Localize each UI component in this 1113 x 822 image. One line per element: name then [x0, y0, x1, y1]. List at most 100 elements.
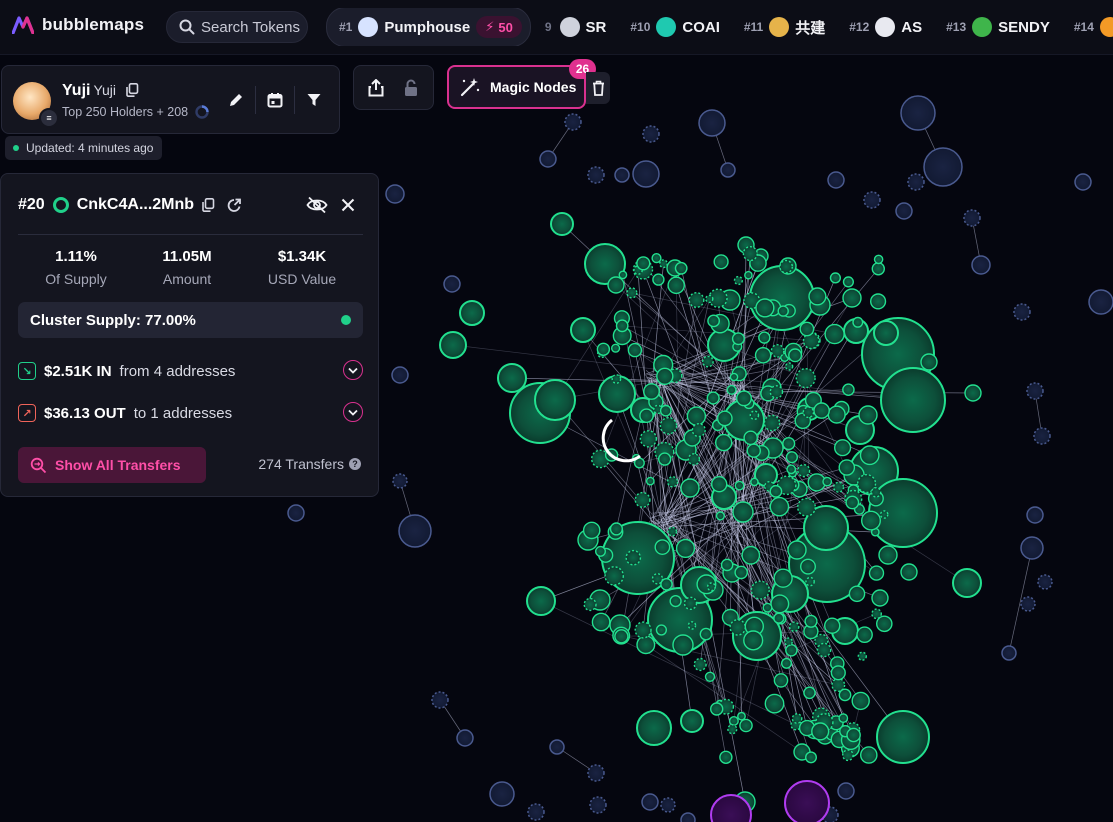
- green-wallet-node[interactable]: [799, 321, 815, 337]
- green-wallet-node[interactable]: [666, 476, 679, 488]
- trending-token-4[interactable]: #12 AS: [837, 8, 934, 46]
- green-wallet-node[interactable]: [860, 746, 878, 764]
- green-wallet-node[interactable]: [674, 261, 688, 275]
- green-wallet-node[interactable]: [795, 368, 816, 389]
- green-wallet-node[interactable]: [604, 566, 625, 586]
- green-wallet-node[interactable]: [669, 594, 682, 608]
- green-wallet-node[interactable]: [706, 391, 720, 405]
- green-wallet-node[interactable]: [727, 724, 738, 735]
- green-wallet-node[interactable]: [871, 589, 889, 607]
- share-button[interactable]: [362, 74, 390, 102]
- green-wallet-node[interactable]: [754, 346, 772, 364]
- blue-wallet-node[interactable]: [398, 514, 432, 548]
- copy-icon[interactable]: [126, 83, 139, 97]
- blue-wallet-node[interactable]: [963, 209, 981, 227]
- edit-button[interactable]: [222, 86, 250, 114]
- green-wallet-node[interactable]: [769, 496, 790, 517]
- green-wallet-node[interactable]: [742, 246, 758, 262]
- green-wallet-node[interactable]: [439, 331, 467, 359]
- green-wallet-node[interactable]: [583, 597, 597, 612]
- green-wallet-node[interactable]: [848, 585, 866, 603]
- green-wallet-node[interactable]: [846, 727, 861, 743]
- blue-wallet-node[interactable]: [1020, 536, 1044, 560]
- blue-wallet-node[interactable]: [549, 739, 565, 755]
- blue-wallet-node[interactable]: [391, 366, 409, 384]
- green-wallet-node[interactable]: [802, 406, 815, 419]
- blue-wallet-node[interactable]: [1013, 303, 1031, 321]
- green-wallet-node[interactable]: [667, 276, 686, 295]
- blue-wallet-node[interactable]: [489, 781, 515, 807]
- green-wallet-node[interactable]: [645, 476, 655, 486]
- green-wallet-node[interactable]: [773, 673, 789, 688]
- green-wallet-node[interactable]: [744, 270, 753, 280]
- green-wallet-node[interactable]: [861, 510, 882, 531]
- green-wallet-node[interactable]: [813, 402, 830, 419]
- green-wallet-node[interactable]: [688, 292, 705, 309]
- expand-outgoing-button[interactable]: [343, 402, 363, 422]
- blue-wallet-node[interactable]: [1001, 645, 1017, 661]
- blue-wallet-node[interactable]: [614, 167, 630, 183]
- trending-token-1[interactable]: 9 SR: [531, 8, 619, 46]
- green-wallet-node[interactable]: [729, 372, 739, 382]
- lock-button[interactable]: [397, 74, 425, 102]
- blue-wallet-node[interactable]: [456, 729, 474, 747]
- blue-wallet-node[interactable]: [680, 812, 696, 822]
- green-wallet-node[interactable]: [859, 445, 880, 466]
- green-wallet-node[interactable]: [777, 305, 789, 317]
- green-wallet-node[interactable]: [706, 582, 716, 592]
- green-wallet-node[interactable]: [687, 453, 701, 466]
- green-wallet-node[interactable]: [952, 568, 982, 598]
- green-wallet-node[interactable]: [704, 671, 716, 682]
- filter-button[interactable]: [300, 86, 328, 114]
- trending-token-3[interactable]: #11 共建: [732, 8, 837, 46]
- green-wallet-node[interactable]: [693, 657, 707, 672]
- green-wallet-node[interactable]: [626, 287, 638, 299]
- green-wallet-node[interactable]: [758, 331, 771, 344]
- blue-wallet-node[interactable]: [641, 793, 659, 811]
- date-filter-button[interactable]: [261, 86, 289, 114]
- green-wallet-node[interactable]: [880, 367, 946, 433]
- blue-wallet-node[interactable]: [720, 162, 736, 178]
- green-wallet-node[interactable]: [764, 693, 785, 714]
- green-wallet-node[interactable]: [609, 522, 624, 536]
- blue-wallet-node[interactable]: [863, 191, 881, 209]
- green-wallet-node[interactable]: [736, 390, 753, 407]
- show-all-transfers-button[interactable]: Show All Transfers: [18, 447, 206, 483]
- green-wallet-node[interactable]: [770, 343, 785, 358]
- green-wallet-node[interactable]: [702, 355, 714, 368]
- green-wallet-node[interactable]: [878, 545, 898, 565]
- blue-wallet-node[interactable]: [1020, 596, 1036, 612]
- green-wallet-node[interactable]: [659, 404, 672, 417]
- blue-wallet-node[interactable]: [443, 275, 461, 293]
- trending-token-2[interactable]: #10 COAI: [618, 8, 732, 46]
- green-wallet-node[interactable]: [785, 644, 798, 657]
- green-wallet-node[interactable]: [851, 691, 870, 711]
- green-wallet-node[interactable]: [729, 619, 747, 636]
- green-wallet-node[interactable]: [787, 540, 807, 560]
- blue-wallet-node[interactable]: [1026, 506, 1044, 524]
- green-wallet-node[interactable]: [667, 526, 678, 537]
- green-wallet-node[interactable]: [791, 713, 803, 724]
- green-wallet-node[interactable]: [829, 272, 842, 284]
- green-wallet-node[interactable]: [749, 265, 815, 331]
- green-wallet-node[interactable]: [900, 563, 918, 581]
- green-wallet-node[interactable]: [770, 594, 790, 614]
- green-wallet-node[interactable]: [625, 549, 642, 566]
- green-wallet-node[interactable]: [870, 486, 882, 498]
- green-wallet-node[interactable]: [655, 624, 668, 636]
- green-wallet-node[interactable]: [651, 253, 662, 264]
- green-wallet-node[interactable]: [830, 665, 846, 681]
- green-wallet-node[interactable]: [811, 722, 830, 741]
- blue-wallet-node[interactable]: [1033, 427, 1051, 445]
- green-wallet-node[interactable]: [838, 688, 852, 702]
- green-wallet-node[interactable]: [660, 578, 673, 591]
- external-link-icon[interactable]: [227, 198, 242, 213]
- green-wallet-node[interactable]: [639, 430, 658, 448]
- blue-wallet-node[interactable]: [1026, 382, 1044, 400]
- green-wallet-node[interactable]: [596, 342, 611, 356]
- green-wallet-node[interactable]: [716, 410, 733, 427]
- green-wallet-node[interactable]: [805, 576, 815, 587]
- green-wallet-node[interactable]: [739, 718, 753, 733]
- green-wallet-node[interactable]: [786, 464, 797, 475]
- green-wallet-node[interactable]: [833, 439, 852, 457]
